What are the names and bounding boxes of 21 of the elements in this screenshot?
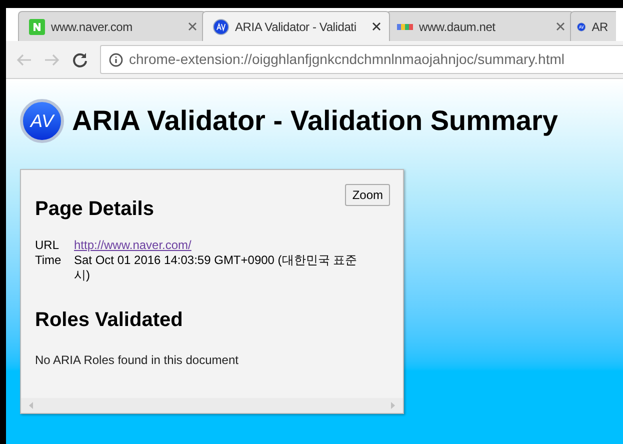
zoom-button[interactable]: Zoom — [345, 184, 390, 206]
av-logo-icon — [213, 18, 229, 34]
n-logo-icon — [29, 18, 45, 34]
field-label: URL — [35, 238, 60, 253]
browser-tab[interactable]: www.naver.com — [18, 11, 206, 41]
field-label: Time — [35, 253, 62, 269]
page-title: ARIA Validator - Validation Summary — [72, 104, 558, 138]
reload-icon[interactable] — [72, 52, 88, 68]
field-value: Sat Oct 01 2016 14:03:59 GMT+0900 (대한민국 표준 시) — [74, 253, 358, 283]
url-text: chrome-extension://oigghlanfjgnkcndchmnlnmaojahnjoc/summary.html — [129, 50, 565, 69]
browser-tab[interactable]: ARIA Validator - Validati — [202, 11, 390, 41]
browser-tab[interactable]: www.daum.net — [386, 11, 574, 41]
av-logo-icon: AV — [20, 99, 64, 143]
address-bar[interactable]: chrome-extension://oigghlanfjgnkcndchmnlnmaojahnjoc/summary.html — [100, 45, 623, 74]
browser-tab[interactable]: AR — [570, 11, 616, 41]
close-icon[interactable] — [372, 22, 381, 31]
info-icon[interactable] — [109, 52, 123, 66]
section-heading: Page Details — [35, 197, 154, 222]
section-heading: Roles Validated — [35, 308, 183, 333]
url-link[interactable]: http://www.naver.com/ — [74, 238, 192, 253]
message-text: No ARIA Roles found in this document — [35, 352, 240, 369]
